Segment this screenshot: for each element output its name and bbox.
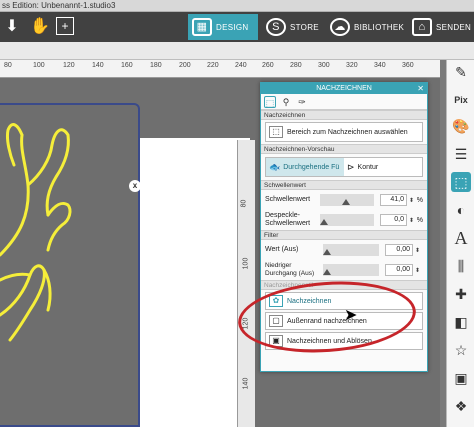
- library-folder-icon[interactable]: ▣: [451, 368, 471, 388]
- value-input[interactable]: 0,00: [385, 244, 413, 256]
- shadow-icon[interactable]: ◐: [451, 200, 471, 220]
- download-arrow-icon[interactable]: ⬇: [2, 17, 22, 37]
- pixscan-icon[interactable]: Pix: [451, 90, 471, 110]
- tab-design[interactable]: ▦ DESIGN: [188, 14, 258, 40]
- hand-pan-icon[interactable]: ✋: [30, 17, 50, 37]
- tab-send[interactable]: ⌂ SENDEN: [408, 14, 474, 40]
- eyedropper-icon[interactable]: ✑: [296, 96, 308, 108]
- select-area-icon: ⬚: [269, 126, 283, 138]
- value-row: Wert (Aus) 0,00 ⬍: [261, 240, 427, 260]
- panel-close-icon[interactable]: ✕: [417, 83, 424, 94]
- fish-fill-icon: 🐟: [269, 161, 281, 172]
- value-slider[interactable]: [323, 244, 379, 256]
- transform-icon[interactable]: ✚: [451, 284, 471, 304]
- threshold-slider-knob[interactable]: [342, 199, 351, 205]
- tab-store[interactable]: S STORE: [262, 14, 322, 40]
- threshold-row: Schwellenwert 41,0 ⬍ %: [261, 190, 427, 210]
- modify-icon[interactable]: ◧: [451, 312, 471, 332]
- despeckle-input[interactable]: 0,0: [380, 214, 408, 226]
- low-pass-row: Niedriger Durchgang (Aus) 0,00 ⬍: [265, 262, 421, 277]
- main-toolbar: ⬇ ✋ + ▦ DESIGN S STORE ☁ BIBLIOTHEK ⌂ SE…: [0, 12, 474, 42]
- section-preview: Nachzeichnen-Vorschau: [261, 144, 427, 154]
- value-stepper-icon[interactable]: ⬍: [415, 247, 421, 254]
- replicate-icon[interactable]: ❖: [451, 396, 471, 416]
- despeckle-stepper-icon[interactable]: ⬍: [409, 217, 415, 224]
- imported-image[interactable]: [0, 103, 140, 427]
- align-icon[interactable]: ⫼: [451, 256, 471, 276]
- preview-mode-toggle: 🐟 Durchgehende Fü ⊳ Kontur: [265, 157, 423, 177]
- store-s-icon: S: [266, 18, 286, 36]
- fish-outline-icon: ⊳: [347, 161, 355, 172]
- lines-icon[interactable]: ☰: [451, 144, 471, 164]
- value-slider-knob[interactable]: [323, 249, 331, 255]
- star-icon[interactable]: ☆: [451, 340, 471, 360]
- despeckle-row: Despeckle-Schwellenwert 0,0 ⬍ %: [265, 212, 423, 227]
- pencil-icon[interactable]: ✎: [451, 62, 471, 82]
- section-threshold: Schwellenwert: [261, 180, 427, 190]
- select-trace-area-button[interactable]: ⬚ Bereich zum Nachzeichnen auswählen: [265, 122, 423, 142]
- trace-icon[interactable]: ⬚: [451, 172, 471, 192]
- despeckle-slider-knob[interactable]: [320, 219, 329, 225]
- window-title: ss Edition: Unbenannt-1.studio3: [2, 1, 116, 10]
- traced-antler-outline: [0, 123, 72, 342]
- zoom-fit-icon[interactable]: +: [56, 17, 74, 35]
- low-pass-slider[interactable]: [323, 264, 379, 276]
- threshold-stepper-icon[interactable]: ⬍: [409, 197, 415, 204]
- cloud-icon: ☁: [330, 18, 350, 36]
- panel-title: NACHZEICHNEN: [316, 85, 372, 92]
- despeckle-slider[interactable]: [320, 214, 375, 226]
- section-filter: Filter: [261, 230, 427, 240]
- secondary-toolbar: [0, 42, 474, 60]
- image-close-icon[interactable]: x: [129, 180, 141, 192]
- magic-wand-icon[interactable]: ⚲: [280, 96, 292, 108]
- window-titlebar: ss Edition: Unbenannt-1.studio3: [0, 0, 474, 12]
- section-trace: Nachzeichnen: [261, 110, 427, 120]
- grid-icon: ▦: [192, 18, 212, 36]
- panel-header: NACHZEICHNEN ✕: [261, 83, 427, 94]
- trace-mode-icon[interactable]: ⬚: [264, 95, 276, 108]
- preview-outline-option[interactable]: ⊳ Kontur: [344, 158, 422, 176]
- horizontal-ruler: 80 100 120 140 160 180 200 220 240 260 2…: [0, 60, 440, 78]
- preview-solid-option[interactable]: 🐟 Durchgehende Fü: [266, 158, 344, 176]
- low-pass-input[interactable]: 0,00: [385, 264, 413, 276]
- threshold-slider[interactable]: [320, 194, 375, 206]
- palette-icon[interactable]: 🎨: [451, 116, 471, 136]
- cutter-icon: ⌂: [412, 18, 432, 36]
- mouse-pointer-icon: ➤: [344, 307, 358, 324]
- vertical-ruler: 80 100 120 140: [237, 140, 255, 427]
- text-style-icon[interactable]: A: [451, 228, 471, 248]
- low-pass-stepper-icon[interactable]: ⬍: [415, 267, 421, 274]
- right-tool-sidebar: ✎ Pix 🎨 ☰ ⬚ ◐ A ⫼ ✚ ◧ ☆ ▣ ❖: [446, 60, 474, 427]
- tab-library[interactable]: ☁ BIBLIOTHEK: [326, 14, 406, 40]
- low-pass-slider-knob[interactable]: [323, 269, 331, 275]
- panel-mode-icons: ⬚ ⚲ ✑: [261, 94, 427, 110]
- threshold-input[interactable]: 41,0: [380, 194, 408, 206]
